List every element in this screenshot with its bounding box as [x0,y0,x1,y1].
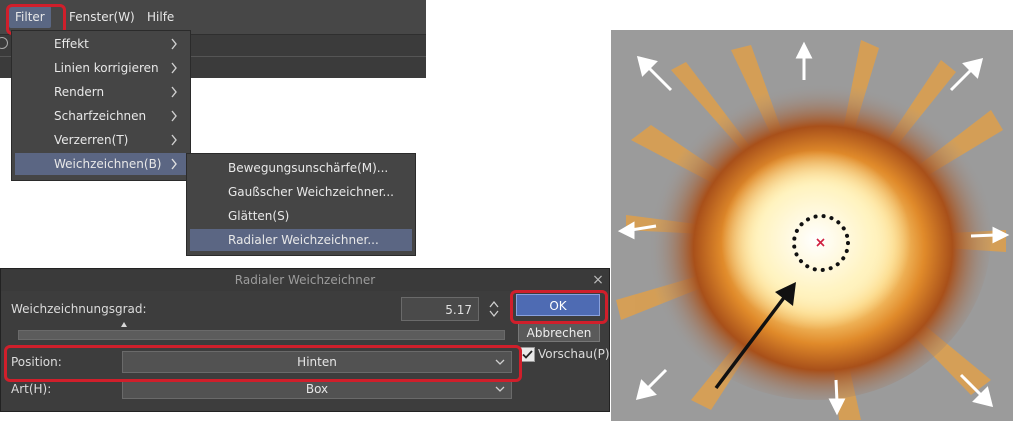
menu-item-label: Linien korrigieren [54,61,159,75]
chevron-right-icon [171,62,177,74]
checkmark-icon [522,350,533,359]
menu-item-label: Rendern [54,85,105,99]
highlight-ok [510,290,608,324]
menu-item-label: Weichzeichnen(B) [54,157,162,171]
menu-item-radialer[interactable]: Radialer Weichzeichner... [190,229,412,251]
menu-item-glaetten[interactable]: Glätten(S) [190,205,412,227]
menu-item-label: Glätten(S) [228,209,290,223]
strength-slider[interactable] [18,330,505,340]
type-value: Box [305,382,329,396]
strength-label: Weichzeichnungsgrad: [11,302,147,316]
menu-item-gauss[interactable]: Gaußscher Weichzeichner... [190,181,412,203]
menu-fenster[interactable]: Fenster(W) [63,6,141,28]
close-button[interactable]: × [591,271,605,289]
type-select[interactable]: Box [122,379,512,399]
chevron-right-icon [171,38,177,50]
menu-item-label: Scharfzeichnen [54,109,147,123]
dialog-title: Radialer Weichzeichner [1,269,609,291]
blur-submenu: Bewegungsunschärfe(M)... Gaußscher Weich… [186,153,416,256]
slider-thumb-icon[interactable] [120,321,128,329]
chevron-right-icon [171,134,177,146]
chevron-right-icon [171,86,177,98]
menu-item-label: Verzerren(T) [54,133,129,147]
menu-item-label: Effekt [54,37,89,51]
spinner-icon[interactable] [487,297,501,321]
menu-item-label: Bewegungsunschärfe(M)... [228,161,389,175]
chevron-down-icon [495,386,505,392]
cancel-button[interactable]: Abbrechen [518,322,600,342]
chevron-right-icon [171,158,177,170]
filter-dropdown: Effekt Linien korrigieren Rendern Scharf… [11,30,191,181]
preview-label: Vorschau(P) [538,347,610,361]
menu-item-label: Radialer Weichzeichner... [228,233,379,247]
menu-item-rendern[interactable]: Rendern [15,81,187,103]
menu-item-verzerren[interactable]: Verzerren(T) [15,129,187,151]
menu-item-scharfzeichnen[interactable]: Scharfzeichnen [15,105,187,127]
menu-item-effekt[interactable]: Effekt [15,33,187,55]
strength-input[interactable]: 5.17 [401,297,479,321]
explosion-illustration [616,40,1010,420]
chevron-right-icon [171,110,177,122]
highlight-position [4,345,522,382]
explosion-preview-image [611,30,1013,421]
preview-checkbox[interactable] [520,347,535,362]
menu-hilfe[interactable]: Hilfe [141,6,180,28]
menu-item-bewegungsunschaerfe[interactable]: Bewegungsunschärfe(M)... [190,157,412,179]
menu-item-label: Gaußscher Weichzeichner... [228,185,394,199]
type-label: Art(H): [11,382,52,396]
menu-item-linien[interactable]: Linien korrigieren [15,57,187,79]
menu-item-weichzeichnen[interactable]: Weichzeichnen(B) [15,153,187,175]
